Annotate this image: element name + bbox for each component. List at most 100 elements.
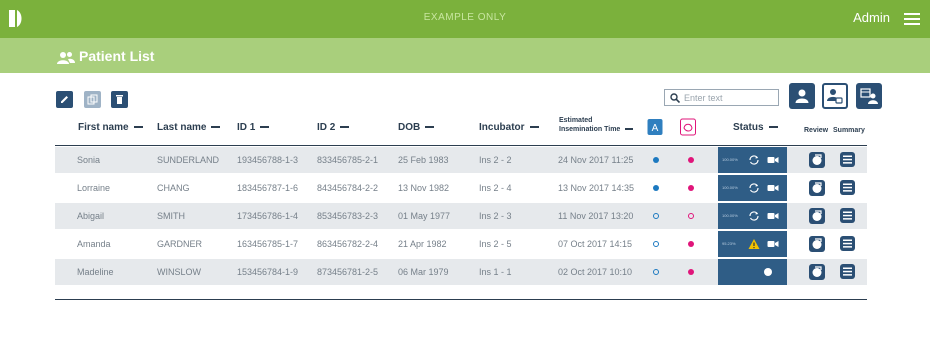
id2-column-header[interactable]: ID 2 bbox=[317, 122, 350, 133]
table-row[interactable]: Madeline WINSLOW 153456784-1-9 873456781-2-… bbox=[55, 259, 867, 285]
status-cell[interactable]: 100.00% bbox=[718, 175, 787, 201]
insemination-time-column-header[interactable]: Estimated Insemination Time bbox=[559, 116, 634, 134]
table-row[interactable]: Lorraine CHANG 183456787-1-6 843456784-2-2 1… bbox=[55, 175, 867, 201]
cell-id1: 153456784-1-9 bbox=[237, 267, 299, 277]
review-dish-icon bbox=[812, 210, 822, 221]
cell-incubator: Ins 2 - 4 bbox=[479, 183, 512, 193]
status-dot-icon bbox=[764, 268, 772, 276]
page-title: Patient List bbox=[79, 48, 155, 64]
status-cell[interactable] bbox=[718, 259, 787, 285]
sort-indicator-icon bbox=[768, 126, 778, 129]
review-button[interactable] bbox=[809, 208, 825, 224]
list-icon bbox=[843, 267, 852, 276]
list-icon bbox=[843, 183, 852, 192]
cell-last: SMITH bbox=[157, 211, 185, 221]
embryo-marker-icon[interactable] bbox=[680, 117, 697, 137]
review-column-header: Review bbox=[804, 127, 829, 134]
list-icon bbox=[843, 211, 852, 220]
table-row[interactable]: Amanda GARDNER 163456785-1-7 863456782-2-4 2… bbox=[55, 231, 867, 257]
header-divider bbox=[55, 145, 867, 146]
copy-button[interactable] bbox=[84, 91, 101, 108]
sort-indicator-icon bbox=[340, 126, 350, 129]
last-name-column-header[interactable]: Last name bbox=[157, 122, 221, 133]
cell-id2: 833456785-2-1 bbox=[317, 155, 379, 165]
sort-indicator-icon bbox=[625, 128, 634, 131]
search-box[interactable] bbox=[664, 89, 779, 106]
cell-insem: 11 Nov 2017 13:20 bbox=[558, 211, 634, 221]
summary-button[interactable] bbox=[840, 180, 855, 195]
sync-icon bbox=[749, 183, 759, 193]
copy-icon bbox=[87, 94, 98, 105]
status-column-header[interactable]: Status bbox=[733, 122, 778, 133]
review-button[interactable] bbox=[809, 180, 825, 196]
incubator-column-header[interactable]: Incubator bbox=[479, 122, 539, 133]
video-camera-icon bbox=[767, 213, 779, 219]
pink-indicator-dot bbox=[688, 241, 694, 247]
list-icon bbox=[843, 155, 852, 164]
summary-button[interactable] bbox=[840, 208, 855, 223]
admin-user-label[interactable]: Admin bbox=[853, 10, 890, 25]
table-row[interactable]: Sonia SUNDERLAND 193456788-1-3 833456785-2-… bbox=[55, 147, 867, 173]
review-button[interactable] bbox=[809, 264, 825, 280]
cell-id1: 193456788-1-3 bbox=[237, 155, 299, 165]
cell-dob: 13 Nov 1982 bbox=[398, 183, 450, 193]
user-dish-icon bbox=[827, 89, 843, 104]
review-dish-icon bbox=[812, 182, 822, 193]
sort-indicator-icon bbox=[211, 126, 221, 129]
annotation-a-icon[interactable]: A bbox=[647, 117, 664, 137]
sort-indicator-icon bbox=[529, 126, 539, 129]
review-button[interactable] bbox=[809, 152, 825, 168]
summary-button[interactable] bbox=[840, 152, 855, 167]
id1-column-header[interactable]: ID 1 bbox=[237, 122, 270, 133]
hamburger-menu-icon[interactable] bbox=[904, 12, 920, 26]
pink-indicator-dot bbox=[688, 269, 694, 275]
summary-button[interactable] bbox=[840, 236, 855, 251]
sort-indicator-icon bbox=[425, 126, 435, 129]
cell-dob: 25 Feb 1983 bbox=[398, 155, 449, 165]
search-input[interactable] bbox=[684, 91, 776, 104]
review-button[interactable] bbox=[809, 236, 825, 252]
patient-dish-view-button[interactable] bbox=[822, 83, 848, 109]
list-icon bbox=[843, 239, 852, 248]
pink-indicator-dot bbox=[688, 157, 694, 163]
first-name-column-header[interactable]: First name bbox=[78, 122, 143, 133]
sync-icon bbox=[749, 211, 759, 221]
table-bottom-divider bbox=[55, 299, 867, 300]
cell-dob: 01 May 1977 bbox=[398, 211, 451, 221]
single-patient-view-button[interactable] bbox=[789, 83, 815, 109]
cell-id2: 853456783-2-3 bbox=[317, 211, 379, 221]
trash-icon bbox=[116, 95, 123, 104]
cell-first: Madeline bbox=[77, 267, 114, 277]
video-camera-icon bbox=[767, 241, 779, 247]
cell-insem: 07 Oct 2017 14:15 bbox=[558, 239, 633, 249]
cell-first: Amanda bbox=[77, 239, 111, 249]
cell-last: GARDNER bbox=[157, 239, 203, 249]
status-cell[interactable]: 95.23% bbox=[718, 231, 787, 257]
cell-last: SUNDERLAND bbox=[157, 155, 220, 165]
delete-button[interactable] bbox=[111, 91, 128, 108]
review-dish-icon bbox=[812, 238, 822, 249]
calendar-view-button[interactable] bbox=[856, 83, 882, 109]
cell-last: WINSLOW bbox=[157, 267, 201, 277]
search-icon bbox=[670, 93, 680, 103]
edit-button[interactable] bbox=[56, 91, 73, 108]
video-camera-icon bbox=[767, 185, 779, 191]
review-dish-icon bbox=[812, 266, 822, 277]
cell-incubator: Ins 2 - 2 bbox=[479, 155, 512, 165]
cell-first: Abigail bbox=[77, 211, 105, 221]
status-percentage: 100.00% bbox=[722, 157, 738, 162]
cell-insem: 02 Oct 2017 10:10 bbox=[558, 267, 633, 277]
dob-column-header[interactable]: DOB bbox=[398, 122, 435, 133]
blue-indicator-dot bbox=[653, 213, 659, 219]
cell-id2: 843456784-2-2 bbox=[317, 183, 379, 193]
summary-column-header: Summary bbox=[833, 127, 865, 134]
cell-dob: 06 Mar 1979 bbox=[398, 267, 449, 277]
cell-last: CHANG bbox=[157, 183, 190, 193]
patients-group-icon bbox=[57, 52, 75, 64]
status-cell[interactable]: 100.00% bbox=[718, 147, 787, 173]
table-row[interactable]: Abigail SMITH 173456786-1-4 853456783-2-3 01… bbox=[55, 203, 867, 229]
video-camera-icon bbox=[767, 157, 779, 163]
status-cell[interactable]: 100.00% bbox=[718, 203, 787, 229]
status-percentage: 95.23% bbox=[722, 241, 736, 246]
summary-button[interactable] bbox=[840, 264, 855, 279]
